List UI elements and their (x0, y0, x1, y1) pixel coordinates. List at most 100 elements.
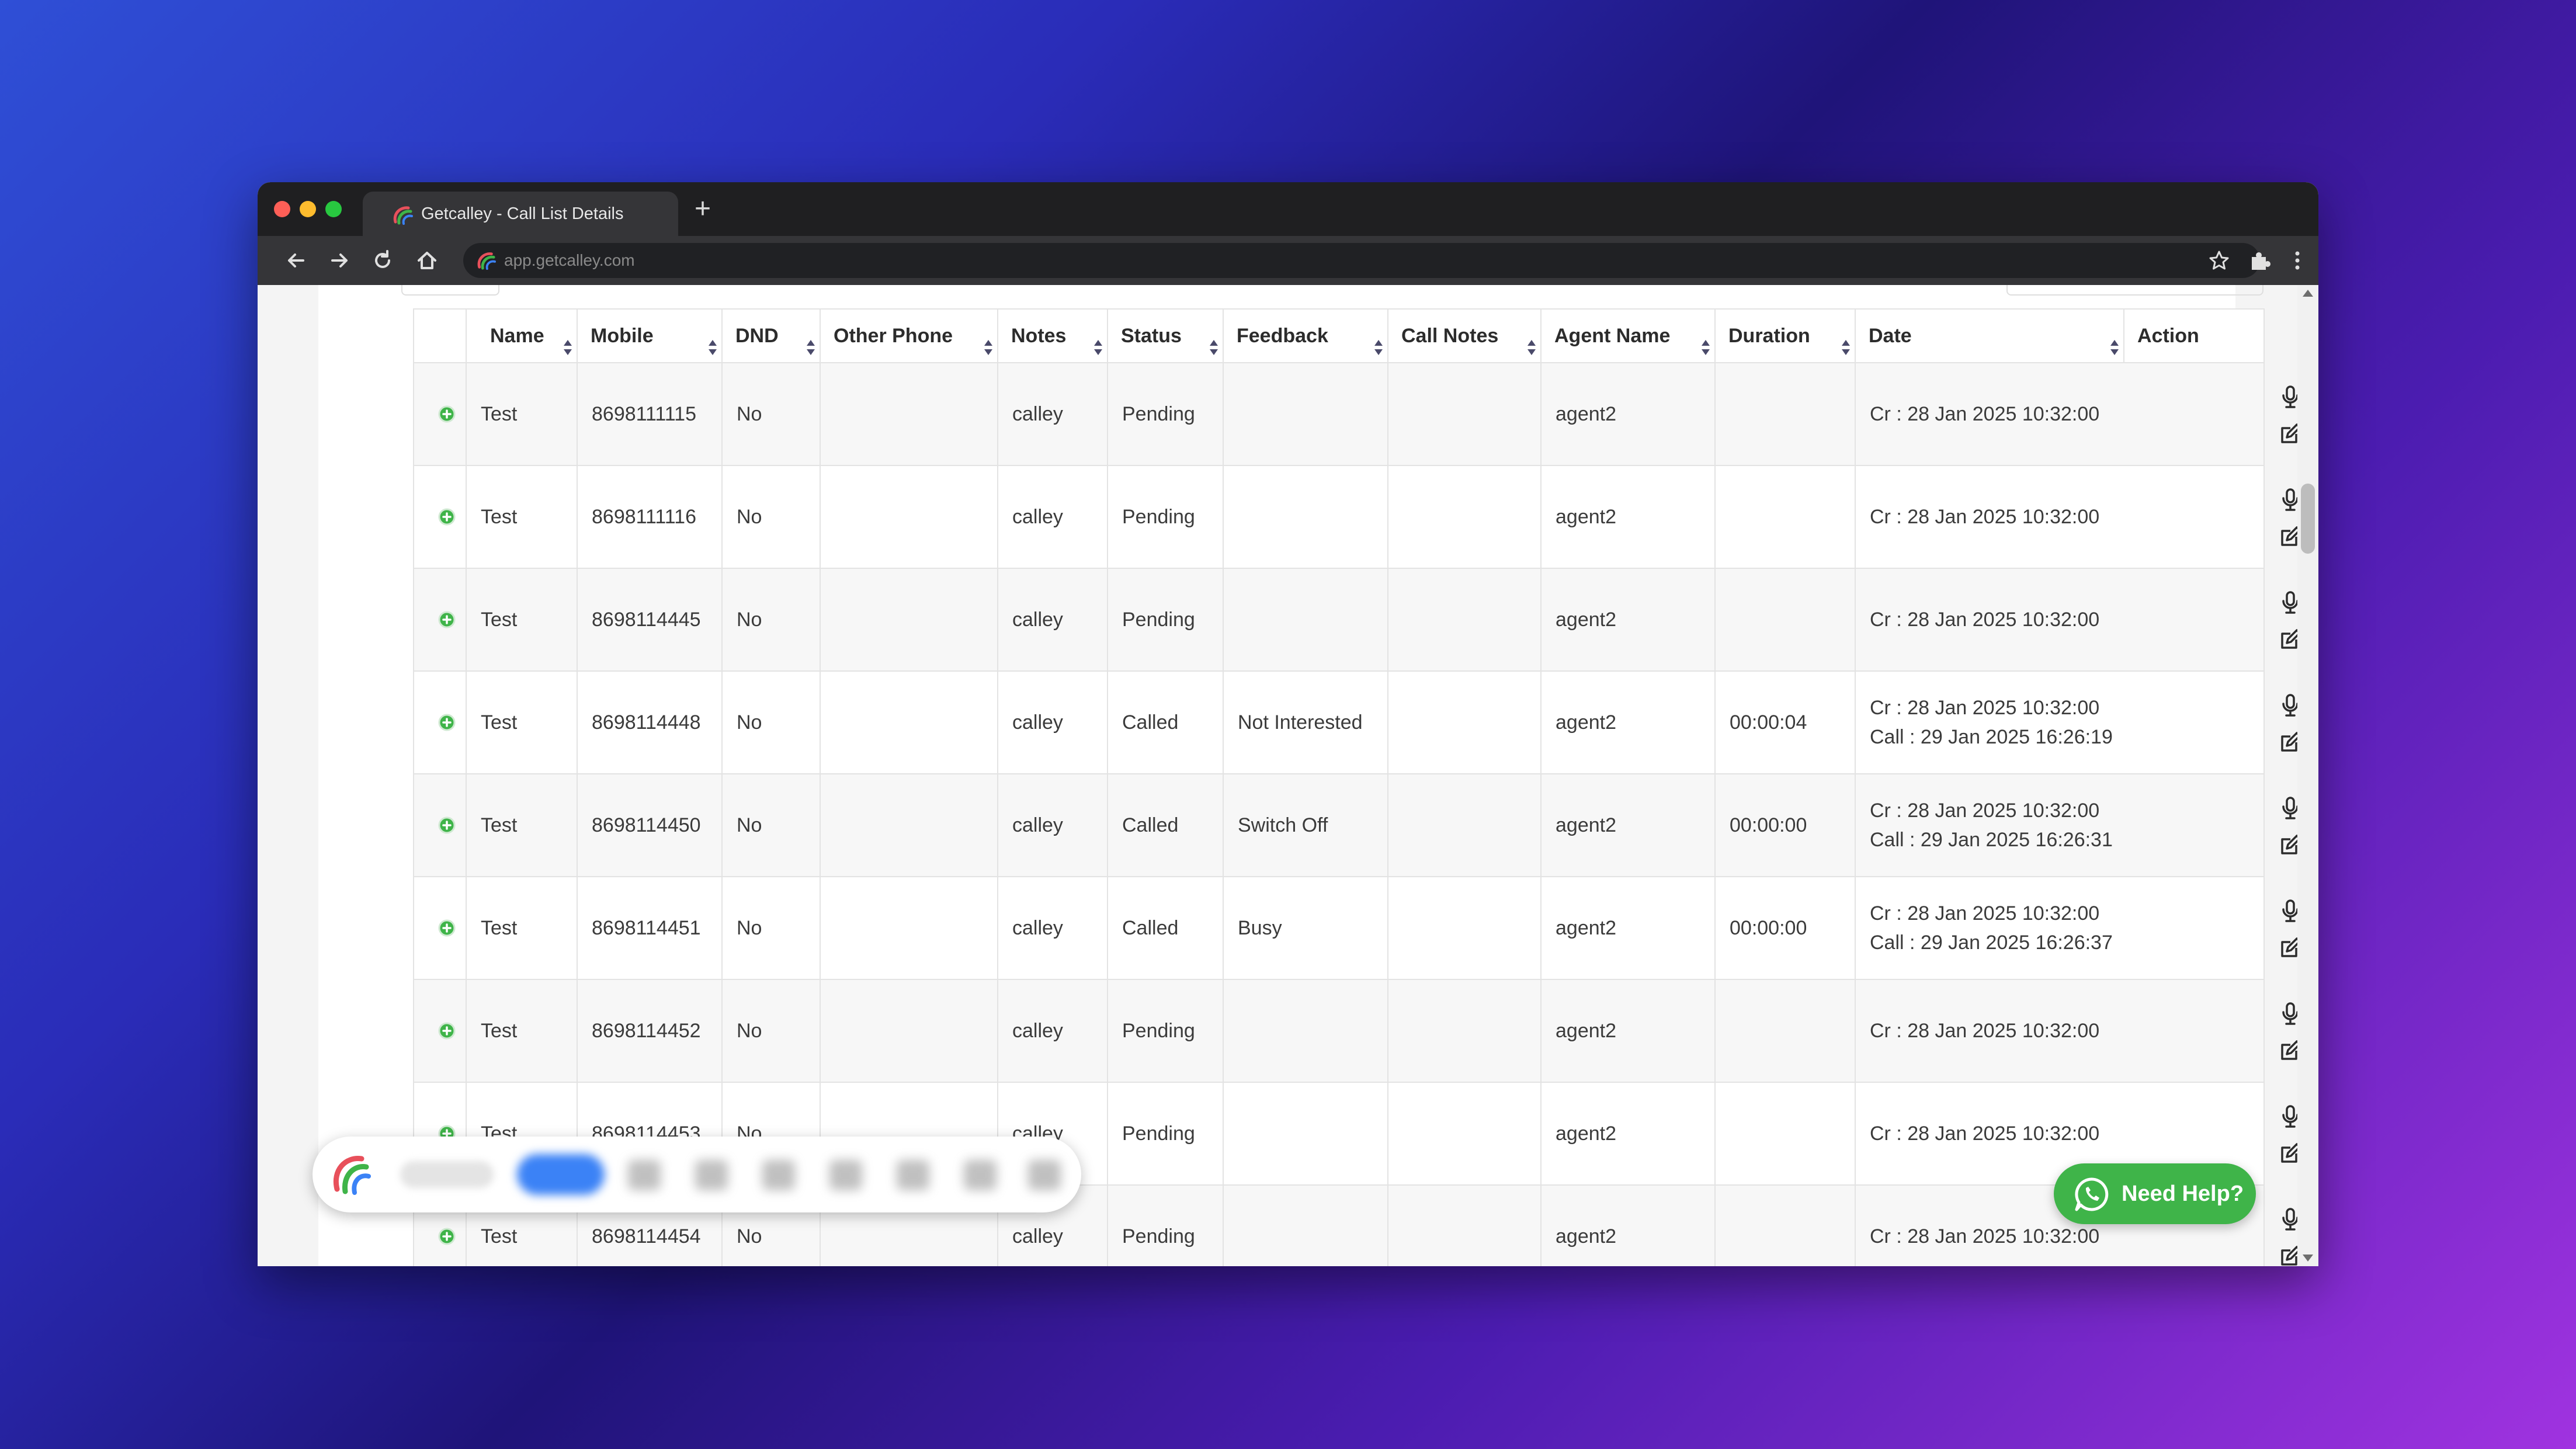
forward-arrow-icon[interactable] (327, 248, 352, 273)
cell-mobile: 8698114448 (577, 670, 723, 774)
cell-agent-name: agent2 (1540, 670, 1716, 774)
col-expand (413, 308, 467, 363)
browser-menu-icon[interactable] (2292, 248, 2303, 273)
cell-agent-name: agent2 (1540, 1082, 1716, 1186)
col-agent-name[interactable]: Agent Name (1540, 308, 1716, 363)
reload-icon[interactable] (370, 248, 395, 273)
sort-icon[interactable] (1526, 339, 1537, 356)
col-other-phone[interactable]: Other Phone (820, 308, 998, 363)
sort-icon[interactable] (1700, 339, 1711, 356)
cell-notes: calley (997, 876, 1108, 980)
sort-icon[interactable] (707, 339, 718, 356)
cell-call-notes (1387, 979, 1542, 1083)
scrollbar-thumb[interactable] (2301, 484, 2315, 554)
plus-circle-icon[interactable] (438, 919, 456, 937)
col-feedback[interactable]: Feedback (1223, 308, 1388, 363)
sort-icon[interactable] (1209, 339, 1219, 356)
plus-circle-icon[interactable] (438, 610, 456, 629)
sort-icon[interactable] (983, 339, 994, 356)
scroll-up-arrow-icon[interactable] (2303, 290, 2313, 297)
col-action: Action (2123, 308, 2265, 363)
page-content: Name Mobile DND Other Phone Notes Status (258, 285, 2318, 1266)
cell-date: Cr : 28 Jan 2025 10:32:00 (1855, 979, 2265, 1083)
plus-circle-icon[interactable] (438, 405, 456, 423)
table-header-row: Name Mobile DND Other Phone Notes Status (413, 308, 2265, 363)
browser-window: Getcalley - Call List Details + app.getc… (258, 182, 2318, 1266)
cell-other-phone (820, 670, 998, 774)
need-help-button[interactable]: Need Help? (2054, 1163, 2256, 1224)
plus-circle-icon[interactable] (438, 1227, 456, 1246)
minimize-window-button[interactable] (300, 201, 316, 217)
cell-dnd: No (721, 465, 821, 569)
bookmark-star-icon[interactable] (2207, 249, 2231, 272)
address-bar[interactable]: app.getcalley.com (463, 243, 2260, 278)
plus-circle-icon[interactable] (438, 816, 456, 835)
date-called: Call : 29 Jan 2025 16:26:31 (1870, 829, 2113, 851)
cell-agent-name: agent2 (1540, 773, 1716, 877)
cell-agent-name: agent2 (1540, 876, 1716, 980)
cell-duration: 00:00:00 (1714, 773, 1856, 877)
cell-date: Cr : 28 Jan 2025 10:32:00 Call : 29 Jan 2… (1855, 773, 2265, 877)
plus-circle-icon[interactable] (438, 713, 456, 732)
cell-status: Pending (1107, 362, 1224, 466)
cell-agent-name: agent2 (1540, 1184, 1716, 1266)
cell-feedback (1223, 465, 1388, 569)
cell-mobile: 8698111116 (577, 465, 723, 569)
plus-circle-icon[interactable] (438, 1021, 456, 1040)
sort-icon[interactable] (806, 339, 816, 356)
cell-call-notes (1387, 1082, 1542, 1186)
col-dnd[interactable]: DND (721, 308, 821, 363)
date-created: Cr : 28 Jan 2025 10:32:00 (1870, 1225, 2100, 1248)
cell-dnd: No (721, 362, 821, 466)
cell-mobile: 8698114445 (577, 568, 723, 672)
date-called: Call : 29 Jan 2025 16:26:19 (1870, 726, 2113, 748)
col-mobile[interactable]: Mobile (577, 308, 723, 363)
row-expand-cell (413, 979, 467, 1083)
date-created: Cr : 28 Jan 2025 10:32:00 (1870, 1123, 2100, 1145)
plus-circle-icon[interactable] (438, 508, 456, 526)
cell-other-phone (820, 876, 998, 980)
maximize-window-button[interactable] (325, 201, 342, 217)
col-date[interactable]: Date (1855, 308, 2124, 363)
top-control-left (401, 285, 499, 296)
sort-icon[interactable] (2109, 339, 2120, 356)
cell-status: Called (1107, 876, 1224, 980)
blurred-button (897, 1160, 929, 1190)
browser-tab-active[interactable]: Getcalley - Call List Details (363, 192, 678, 236)
cell-notes: calley (997, 670, 1108, 774)
sort-icon[interactable] (1373, 339, 1384, 356)
cell-other-phone (820, 362, 998, 466)
scroll-down-arrow-icon[interactable] (2303, 1255, 2313, 1262)
cell-status: Called (1107, 773, 1224, 877)
floating-toolbar-blurred (313, 1137, 1081, 1212)
col-duration[interactable]: Duration (1714, 308, 1856, 363)
browser-tab-bar: Getcalley - Call List Details + (258, 182, 2318, 236)
calley-logo-icon[interactable] (328, 1153, 374, 1196)
new-tab-button[interactable]: + (695, 193, 711, 225)
back-arrow-icon[interactable] (283, 248, 309, 273)
url-text: app.getcalley.com (504, 251, 635, 269)
col-status[interactable]: Status (1107, 308, 1224, 363)
col-name[interactable]: Name (466, 308, 578, 363)
cell-call-notes (1387, 876, 1542, 980)
col-call-notes[interactable]: Call Notes (1387, 308, 1542, 363)
blurred-field (400, 1161, 494, 1188)
extensions-puzzle-icon[interactable] (2247, 248, 2273, 273)
cell-call-notes (1387, 670, 1542, 774)
close-window-button[interactable] (274, 201, 290, 217)
cell-date: Cr : 28 Jan 2025 10:32:00 Call : 29 Jan 2… (1855, 670, 2265, 774)
table-row: Test 8698114450 No calley Called Switch Off ag… (413, 773, 2318, 877)
col-notes[interactable]: Notes (997, 308, 1108, 363)
cell-date: Cr : 28 Jan 2025 10:32:00 (1855, 362, 2265, 466)
page-scrollbar[interactable] (2297, 285, 2318, 1266)
cell-notes: calley (997, 979, 1108, 1083)
sort-icon[interactable] (1093, 339, 1103, 356)
cell-duration (1714, 362, 1856, 466)
blurred-primary-button (517, 1154, 605, 1195)
sort-icon[interactable] (563, 339, 573, 356)
cell-duration (1714, 979, 1856, 1083)
cell-other-phone (820, 465, 998, 569)
date-created: Cr : 28 Jan 2025 10:32:00 (1870, 902, 2100, 925)
home-icon[interactable] (414, 248, 440, 273)
sort-icon[interactable] (1841, 339, 1851, 356)
